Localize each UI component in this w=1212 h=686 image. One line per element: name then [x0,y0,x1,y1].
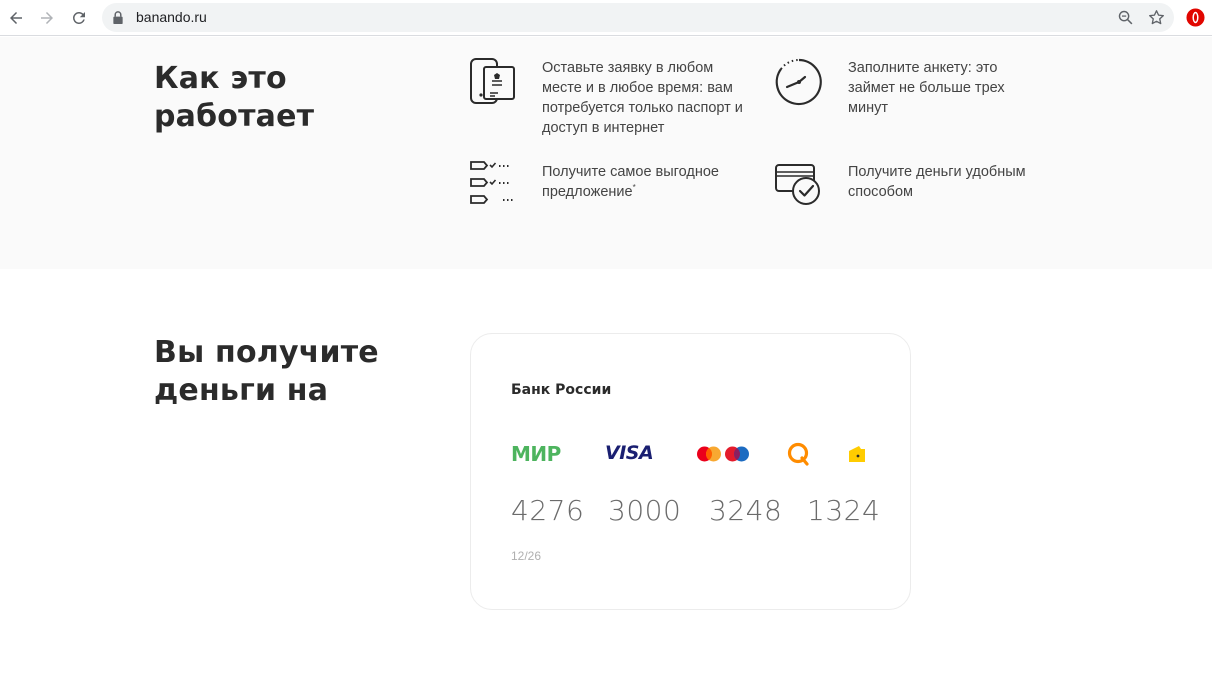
step-3-text: Получите самое выгодное предложение* [542,162,752,202]
bank-card: Банк России МИР VISA 4276 3000 3248 1324… [470,333,911,610]
arrow-left-icon [10,12,22,24]
address-bar[interactable]: banando.ru [102,3,1174,32]
browser-toolbar: banando.ru [0,0,1212,36]
mir-logo: МИР [511,442,561,466]
step-2-text: Заполните анкету: это займет не больше т… [848,60,1005,116]
qiwi-logo-icon [787,442,809,466]
how-it-works-title: Как это работает [154,61,315,134]
step-3-text-main: Получите самое выгодное предложение [542,164,719,200]
reload-button[interactable] [67,6,91,30]
arrow-right-icon [41,12,53,24]
back-button[interactable] [4,6,28,30]
clock-icon [775,58,822,106]
step-4-text: Получите деньги удобным способом [848,164,1026,200]
lock-icon [113,11,123,24]
bank-name: Банк России [511,382,612,398]
card-number-group-4: 1324 [807,494,881,527]
bookmark-star-icon[interactable] [1147,8,1166,27]
extension-icon[interactable] [1186,8,1205,27]
forward-button[interactable] [35,6,59,30]
visa-logo: VISA [605,442,654,464]
mastercard-logo-icon [697,446,721,462]
maestro-logo-icon [725,446,749,462]
card-number-group-3: 3248 [709,494,783,527]
card-expiry: 12/26 [511,549,542,563]
receive-title: Вы получите деньги на [154,335,379,408]
footnote-mark: * [632,183,636,193]
step-1-text: Оставьте заявку в любом месте и в любое … [542,60,743,136]
card-number-group-2: 3000 [608,494,682,527]
how-it-works-section: Как это работает Оставьте заявку в любом… [0,37,1212,269]
yandex-money-logo-icon [849,446,865,462]
phone-passport-icon [470,58,515,104]
checklist-icon [470,161,513,204]
zoom-icon[interactable] [1117,9,1134,26]
card-check-icon [775,164,820,205]
url-text: banando.ru [136,9,207,25]
reload-icon [72,11,85,24]
card-number-group-1: 4276 [511,494,585,527]
